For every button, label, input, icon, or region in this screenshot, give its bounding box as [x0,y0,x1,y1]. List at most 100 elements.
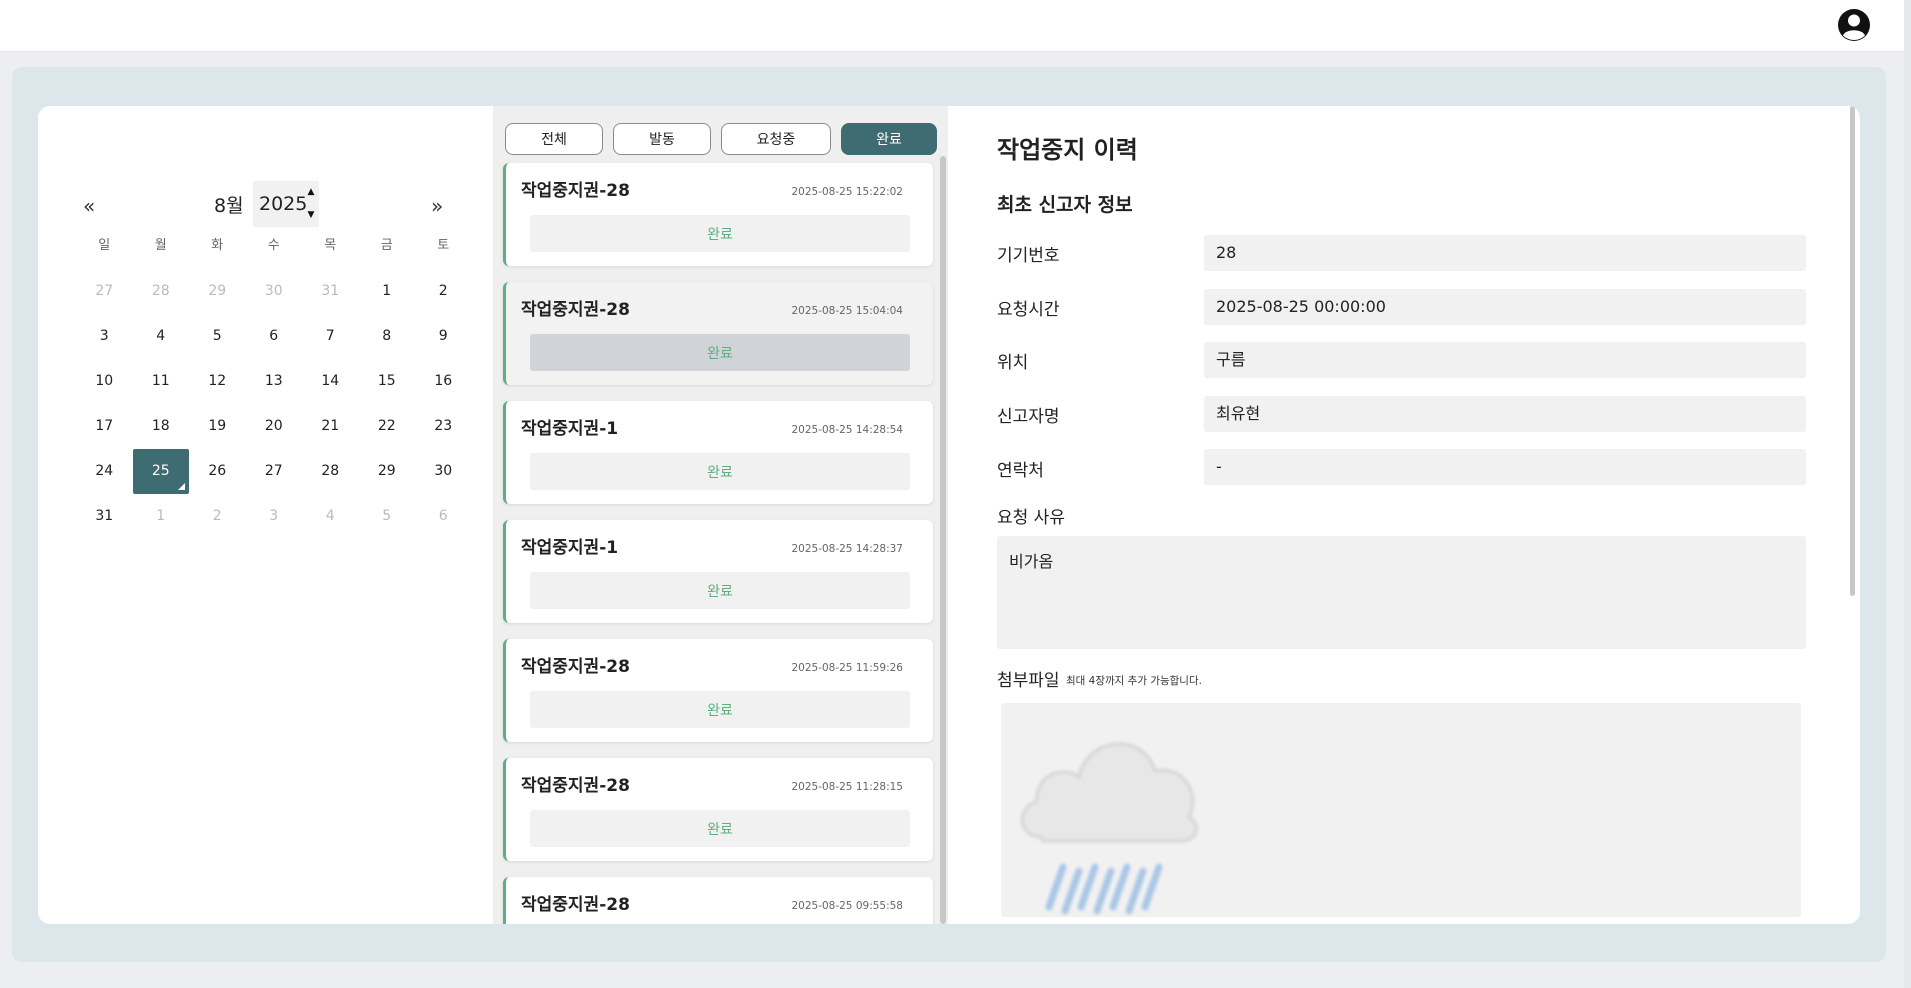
calendar-day[interactable]: 14 [302,359,359,404]
location-label: 위치 [997,353,1029,373]
calendar-day[interactable]: 28 [302,449,359,494]
card-timestamp: 2025-08-25 15:04:04 [791,305,903,317]
filter-requesting-button[interactable]: 요청중 [721,123,831,155]
calendar-week: 27 28 29 30 31 1 2 [76,269,472,314]
card-status-badge: 완료 [530,334,910,371]
contact-label: 연락처 [997,461,1044,481]
calendar-week: 3 4 5 6 7 8 9 [76,314,472,359]
history-card[interactable]: 작업중지권-28 2025-08-25 11:28:15 완료 [503,758,933,861]
user-circle-icon[interactable] [1837,8,1871,42]
calendar-day[interactable]: 20 [246,404,303,449]
calendar-week: 31 1 2 3 4 5 6 [76,494,472,539]
calendar-day[interactable]: 1 [133,494,190,539]
device-number-field[interactable]: 28 [1204,235,1806,271]
calendar-day[interactable]: 30 [415,449,472,494]
calendar-day[interactable]: 29 [189,269,246,314]
weekday-label: 화 [211,238,224,253]
card-status-badge: 완료 [530,215,910,252]
filter-completed-button[interactable]: 완료 [841,123,937,155]
calendar-day[interactable]: 27 [246,449,303,494]
calendar-day[interactable]: 23 [415,404,472,449]
calendar-day[interactable]: 5 [359,494,416,539]
history-card[interactable]: 작업중지권-28 2025-08-25 15:22:02 완료 [503,163,933,266]
history-card[interactable]: 작업중지권-28 2025-08-25 15:04:04 완료 [503,282,933,385]
request-reason-label: 요청 사유 [997,508,1065,528]
calendar-day[interactable]: 24 [76,449,133,494]
calendar-day[interactable]: 2 [415,269,472,314]
calendar-day[interactable]: 5 [189,314,246,359]
rain-cloud-icon[interactable] [1013,717,1203,917]
calendar-day[interactable]: 26 [189,449,246,494]
history-card[interactable]: 작업중지권-28 2025-08-25 11:59:26 완료 [503,639,933,742]
weekday-label: 토 [437,238,450,253]
contact-field[interactable]: - [1204,449,1806,485]
calendar-day[interactable]: 12 [189,359,246,404]
calendar-day[interactable]: 30 [246,269,303,314]
calendar-day[interactable]: 22 [359,404,416,449]
calendar-day[interactable]: 9 [415,314,472,359]
calendar-day[interactable]: 21 [302,404,359,449]
card-timestamp: 2025-08-25 11:59:26 [791,662,903,674]
card-timestamp: 2025-08-25 14:28:37 [791,543,903,555]
request-time-field[interactable]: 2025-08-25 00:00:00 [1204,289,1806,325]
location-field[interactable]: 구름 [1204,342,1806,378]
calendar-day-selected[interactable]: 25 [132,449,189,494]
history-card[interactable]: 작업중지권-1 2025-08-25 14:28:37 완료 [503,520,933,623]
detail-scrollbar[interactable] [1850,106,1855,596]
card-timestamp: 2025-08-25 11:28:15 [791,781,903,793]
attachment-area[interactable] [1001,703,1801,917]
calendar-day[interactable]: 6 [415,494,472,539]
card-timestamp: 2025-08-25 15:22:02 [791,186,903,198]
reporter-name-field[interactable]: 최유현 [1204,396,1806,432]
calendar-day[interactable]: 4 [302,494,359,539]
calendar-day[interactable]: 11 [133,359,190,404]
next-month-button[interactable]: » [431,196,443,216]
calendar-day[interactable]: 28 [133,269,190,314]
detail-panel: 작업중지 이력 최초 신고자 정보 기기번호 28 요청시간 2025-08-2… [948,106,1860,924]
calendar-day[interactable]: 31 [76,494,133,539]
calendar-day[interactable]: 18 [133,404,190,449]
calendar-day[interactable]: 29 [359,449,416,494]
calendar-day[interactable]: 19 [189,404,246,449]
calendar-month: 8월 [214,195,244,217]
year-decrement-icon[interactable]: ▼ [304,204,318,226]
filter-activated-button[interactable]: 발동 [613,123,711,155]
card-timestamp: 2025-08-25 14:28:54 [791,424,903,436]
card-title: 작업중지권-28 [521,657,630,677]
year-increment-icon[interactable]: ▲ [304,181,318,203]
weekday-label: 목 [324,238,337,253]
weekday-label: 월 [154,238,167,253]
calendar-day[interactable]: 15 [359,359,416,404]
weekday-label: 수 [267,238,280,253]
history-card[interactable]: 작업중지권-1 2025-08-25 14:28:54 완료 [503,401,933,504]
calendar-week: 24 25 26 27 28 29 30 [76,449,472,494]
calendar-day[interactable]: 6 [246,314,303,359]
calendar-day[interactable]: 31 [302,269,359,314]
card-title: 작업중지권-1 [521,419,619,439]
prev-month-button[interactable]: « [83,196,95,216]
list-scrollbar[interactable] [940,156,946,924]
calendar-day[interactable]: 10 [76,359,133,404]
calendar-day[interactable]: 27 [76,269,133,314]
calendar-day[interactable]: 13 [246,359,303,404]
card-title: 작업중지권-28 [521,181,630,201]
history-card-list: 작업중지권-28 2025-08-25 15:22:02 완료 작업중지권-28… [503,163,933,924]
calendar-day[interactable]: 7 [302,314,359,359]
calendar-day[interactable]: 1 [359,269,416,314]
reporter-name-label: 신고자명 [997,407,1060,427]
history-card[interactable]: 작업중지권-28 2025-08-25 09:55:58 완료 [503,877,933,924]
calendar-day[interactable]: 3 [246,494,303,539]
calendar-day[interactable]: 16 [415,359,472,404]
card-title: 작업중지권-28 [521,776,630,796]
calendar-day[interactable]: 2 [189,494,246,539]
history-list-column: 전체 발동 요청중 완료 작업중지권-28 2025-08-25 15:22:0… [493,106,948,924]
calendar-day[interactable]: 4 [133,314,190,359]
card-status-badge: 완료 [530,691,910,728]
request-reason-textarea[interactable]: 비가옴 [997,536,1806,649]
calendar-week: 17 18 19 20 21 22 23 [76,404,472,449]
filter-all-button[interactable]: 전체 [505,123,603,155]
calendar-day[interactable]: 3 [76,314,133,359]
page-scrollbar[interactable] [1904,0,1911,988]
calendar-day[interactable]: 8 [359,314,416,359]
calendar-day[interactable]: 17 [76,404,133,449]
